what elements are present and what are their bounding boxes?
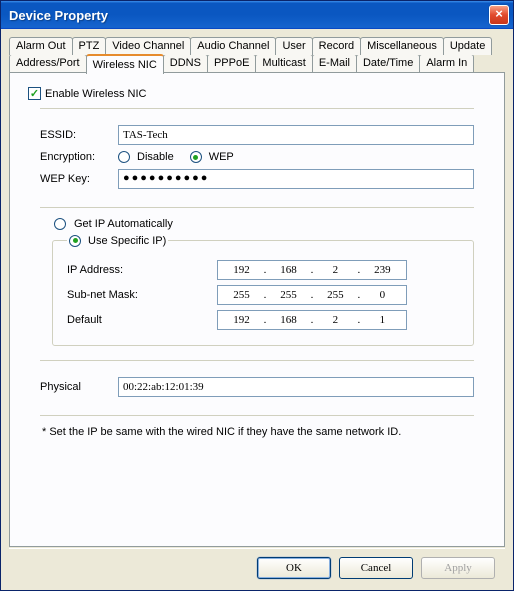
tab-alarm-in[interactable]: Alarm In: [419, 54, 474, 73]
essid-input[interactable]: [118, 125, 474, 145]
subnet-mask-label: Sub-net Mask:: [67, 289, 217, 301]
tab-date-time[interactable]: Date/Time: [356, 54, 420, 73]
tab-audio-channel[interactable]: Audio Channel: [190, 37, 276, 55]
client-area: Alarm OutPTZVideo ChannelAudio ChannelUs…: [1, 29, 513, 590]
tab-alarm-out[interactable]: Alarm Out: [9, 37, 73, 55]
tab-video-channel[interactable]: Video Channel: [105, 37, 191, 55]
footer-note: * Set the IP be same with the wired NIC …: [42, 426, 472, 438]
titlebar[interactable]: Device Property ×: [1, 1, 513, 29]
ok-button[interactable]: OK: [257, 557, 331, 579]
tab-e-mail[interactable]: E-Mail: [312, 54, 357, 73]
ip-specific-radio[interactable]: [69, 235, 81, 247]
tab-user[interactable]: User: [275, 37, 312, 55]
encryption-wep-label: WEP: [209, 151, 234, 163]
tab-pppoe[interactable]: PPPoE: [207, 54, 256, 73]
close-button[interactable]: ×: [489, 5, 509, 25]
encryption-disable-radio[interactable]: [118, 151, 130, 163]
ip-specific-group: Use Specific IP) IP Address: 192. 168. 2…: [52, 234, 474, 346]
tab-ddns[interactable]: DDNS: [163, 54, 208, 73]
default-gateway-label: Default: [67, 314, 217, 326]
encryption-wep-radio[interactable]: [190, 151, 202, 163]
tabstrip: Alarm OutPTZVideo ChannelAudio ChannelUs…: [9, 37, 505, 73]
wepkey-input[interactable]: ●●●●●●●●●●: [118, 169, 474, 189]
tab-address-port[interactable]: Address/Port: [9, 54, 87, 73]
tab-miscellaneous[interactable]: Miscellaneous: [360, 37, 444, 55]
window-title: Device Property: [9, 8, 489, 23]
enable-wireless-checkbox[interactable]: ✓: [28, 87, 41, 100]
apply-button[interactable]: Apply: [421, 557, 495, 579]
button-bar: OK Cancel Apply: [9, 548, 505, 586]
ip-specific-label: Use Specific IP): [88, 235, 166, 247]
encryption-label: Encryption:: [40, 151, 118, 163]
mac-group: Physical: [40, 360, 474, 416]
tab-multicast[interactable]: Multicast: [255, 54, 312, 73]
tab-wireless-nic[interactable]: Wireless NIC: [86, 54, 164, 74]
device-property-window: Device Property × Alarm OutPTZVideo Chan…: [0, 0, 514, 591]
ip-auto-radio[interactable]: [54, 218, 66, 230]
wifi-group: ESSID: Encryption: Disable WEP: [40, 108, 474, 208]
encryption-disable-label: Disable: [137, 151, 174, 163]
default-gateway-input[interactable]: 192. 168. 2. 1: [217, 310, 407, 330]
ip-auto-label: Get IP Automatically: [74, 218, 173, 230]
physical-input[interactable]: [118, 377, 474, 397]
subnet-mask-input[interactable]: 255. 255. 255. 0: [217, 285, 407, 305]
tab-record[interactable]: Record: [312, 37, 361, 55]
enable-wireless-label: Enable Wireless NIC: [45, 88, 146, 100]
essid-label: ESSID:: [40, 129, 118, 141]
tab-ptz[interactable]: PTZ: [72, 37, 107, 55]
wepkey-label: WEP Key:: [40, 173, 118, 185]
ip-address-input[interactable]: 192. 168. 2. 239: [217, 260, 407, 280]
ip-address-label: IP Address:: [67, 264, 217, 276]
cancel-button[interactable]: Cancel: [339, 557, 413, 579]
physical-label: Physical: [40, 381, 118, 393]
tab-panel-wireless-nic: ✓ Enable Wireless NIC ESSID: Encryption:…: [9, 72, 505, 547]
tab-update[interactable]: Update: [443, 37, 492, 55]
